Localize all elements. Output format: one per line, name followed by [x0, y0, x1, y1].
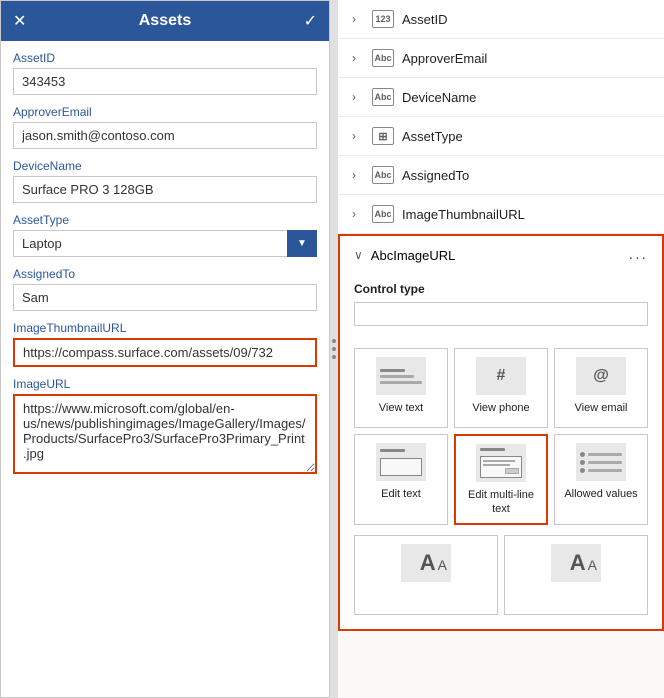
hash-symbol: #	[497, 368, 506, 384]
panel-title: Assets	[139, 12, 191, 30]
field-assetid: AssetID	[13, 51, 317, 95]
field-imageurl-label: ImageURL	[13, 377, 317, 391]
control-card-edit-text[interactable]: Edit text	[354, 434, 448, 525]
more-options-button[interactable]: ...	[629, 246, 648, 264]
field-assettype: AssetType Laptop Desktop Tablet	[13, 213, 317, 257]
field-devicename-input[interactable]	[13, 176, 317, 203]
list-item-assettype-label: AssetType	[402, 129, 650, 144]
list-item-assettype[interactable]: › ⊞ AssetType	[338, 117, 664, 156]
field-approveremail: ApproverEmail	[13, 105, 317, 149]
field-imagethumbnailurl: ImageThumbnailURL	[13, 321, 317, 367]
right-panel: › 123 AssetID › Abc ApproverEmail › Abc …	[338, 0, 664, 698]
control-type-label: Control type	[354, 282, 648, 296]
chevron-right-icon: ›	[352, 207, 364, 221]
list-item-devicename[interactable]: › Abc DeviceName	[338, 78, 664, 117]
field-imageurl-textarea[interactable]: https://www.microsoft.com/global/en-us/n…	[13, 394, 317, 474]
view-text-label: View text	[379, 401, 423, 415]
chevron-right-icon: ›	[352, 90, 364, 104]
field-devicename-label: DeviceName	[13, 159, 317, 173]
resize-dot	[332, 347, 336, 351]
resize-dot	[332, 339, 336, 343]
field-assignedto-input[interactable]	[13, 284, 317, 311]
type-icon-number: 123	[372, 10, 394, 28]
view-email-label: View email	[575, 401, 628, 415]
panel-body: AssetID ApproverEmail DeviceName AssetTy…	[1, 41, 329, 697]
resize-handle[interactable]	[330, 0, 338, 698]
field-approveremail-input[interactable]	[13, 122, 317, 149]
close-icon[interactable]: ✕	[13, 11, 26, 31]
view-phone-label: View phone	[472, 401, 529, 415]
type-icon-text: Abc	[372, 205, 394, 223]
field-assetid-input[interactable]	[13, 68, 317, 95]
control-card-allowed-values[interactable]: Allowed values	[554, 434, 648, 525]
list-item-assignedto[interactable]: › Abc AssignedTo	[338, 156, 664, 195]
control-grid: View text # View phone @ View email	[340, 340, 662, 535]
edit-text-label: Edit text	[381, 487, 421, 501]
chevron-right-icon: ›	[352, 12, 364, 26]
type-icon-text: Abc	[372, 88, 394, 106]
control-card-text-size-1[interactable]: A A	[354, 535, 498, 615]
allowed-values-label: Allowed values	[564, 487, 637, 501]
list-item-imagethumbnailurl[interactable]: › Abc ImageThumbnailURL	[338, 195, 664, 234]
type-icon-text: Abc	[372, 166, 394, 184]
allowed-values-icon	[576, 443, 626, 481]
control-card-view-phone[interactable]: # View phone	[454, 348, 548, 428]
control-card-view-text[interactable]: View text	[354, 348, 448, 428]
field-assettype-select[interactable]: Laptop Desktop Tablet	[13, 230, 317, 257]
type-icon-grid: ⊞	[372, 127, 394, 145]
allowed-values-visual	[580, 452, 622, 473]
chevron-right-icon: ›	[352, 51, 364, 65]
field-assettype-wrapper: Laptop Desktop Tablet	[13, 230, 317, 257]
view-phone-icon: #	[476, 357, 526, 395]
type-icon-text-imageurl: Abc	[371, 248, 393, 263]
field-assettype-label: AssetType	[13, 213, 317, 227]
expanded-header[interactable]: ∨ Abc ImageURL ...	[340, 236, 662, 274]
control-type-input[interactable]	[354, 302, 648, 326]
control-type-section: Control type	[340, 274, 662, 340]
field-imagethumbnailurl-label: ImageThumbnailURL	[13, 321, 317, 335]
field-assignedto: AssignedTo	[13, 267, 317, 311]
field-approveremail-label: ApproverEmail	[13, 105, 317, 119]
expanded-header-left: ∨ Abc ImageURL	[354, 248, 455, 263]
edit-multiline-icon	[476, 444, 526, 482]
at-symbol: @	[593, 368, 609, 384]
chevron-down-icon: ∨	[354, 248, 363, 262]
bottom-controls-row: A A A A	[340, 535, 662, 629]
chevron-right-icon: ›	[352, 129, 364, 143]
view-email-icon: @	[576, 357, 626, 395]
chevron-right-icon: ›	[352, 168, 364, 182]
confirm-icon[interactable]: ✓	[304, 11, 317, 31]
field-imagethumbnailurl-input[interactable]	[13, 338, 317, 367]
edit-multiline-label: Edit multi-line text	[462, 488, 540, 517]
list-item-approveremail[interactable]: › Abc ApproverEmail	[338, 39, 664, 78]
list-item-assetid[interactable]: › 123 AssetID	[338, 0, 664, 39]
list-item-devicename-label: DeviceName	[402, 90, 650, 105]
field-assetid-label: AssetID	[13, 51, 317, 65]
field-imageurl: ImageURL https://www.microsoft.com/globa…	[13, 377, 317, 477]
expanded-imageurl-section: ∨ Abc ImageURL ... Control type	[338, 234, 664, 631]
control-card-view-email[interactable]: @ View email	[554, 348, 648, 428]
list-item-assetid-label: AssetID	[402, 12, 650, 27]
field-list: › 123 AssetID › Abc ApproverEmail › Abc …	[338, 0, 664, 631]
type-icon-text: Abc	[372, 49, 394, 67]
expanded-field-name: ImageURL	[393, 248, 455, 263]
field-devicename: DeviceName	[13, 159, 317, 203]
panel-header: ✕ Assets ✓	[1, 1, 329, 41]
text-size-2-icon: A A	[551, 544, 601, 582]
edit-text-icon	[376, 443, 426, 481]
list-item-imagethumbnailurl-label: ImageThumbnailURL	[402, 207, 650, 222]
field-assignedto-label: AssignedTo	[13, 267, 317, 281]
text-size-1-icon: A A	[401, 544, 451, 582]
view-text-icon	[376, 357, 426, 395]
assets-panel: ✕ Assets ✓ AssetID ApproverEmail DeviceN…	[0, 0, 330, 698]
control-card-text-size-2[interactable]: A A	[504, 535, 648, 615]
list-item-assignedto-label: AssignedTo	[402, 168, 650, 183]
control-card-edit-multiline[interactable]: Edit multi-line text	[454, 434, 548, 525]
resize-dot	[332, 355, 336, 359]
list-item-approveremail-label: ApproverEmail	[402, 51, 650, 66]
